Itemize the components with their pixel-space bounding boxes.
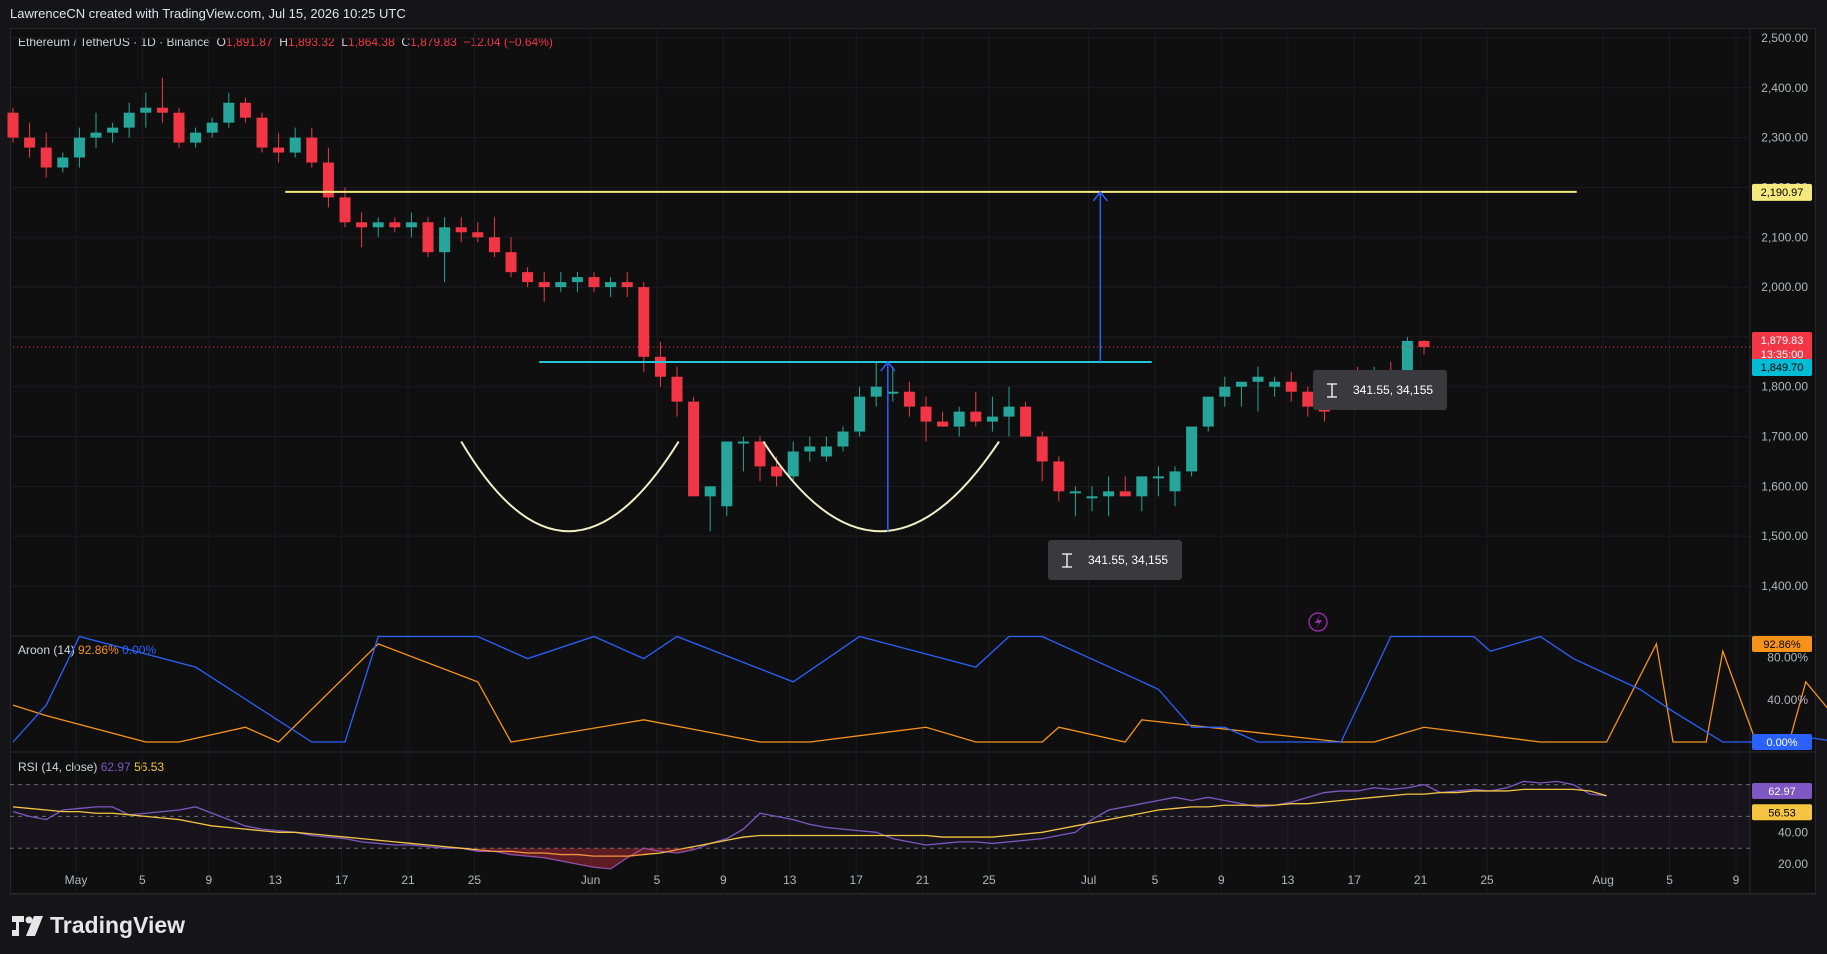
aroon-up-value: 92.86% [78,643,119,657]
aroon-legend: Aroon (14) 92.86% 0.00% [18,643,156,657]
rsi-name: RSI (14, close) [18,760,98,774]
open-label: O [216,35,226,49]
high-value: 1,893.32 [287,35,335,49]
change-value: −12.04 (−0.64%) [463,35,553,49]
footer-bar [0,896,1827,954]
low-value: 1,864.38 [348,35,395,49]
symbol-name: Ethereum / TetherUS · 1D · Binance [18,35,210,49]
chart-frame[interactable] [10,28,1816,894]
symbol-legend: Ethereum / TetherUS · 1D · Binance O1,89… [18,35,553,49]
rsi-legend: RSI (14, close) 62.97 56.53 [18,760,164,774]
high-label: H [279,35,288,49]
aroon-name: Aroon (14) [18,643,75,657]
tradingview-logo: TradingView [12,912,185,939]
rsi-ma-value: 56.53 [134,760,165,774]
tradingview-logo-icon [12,915,43,936]
close-label: C [401,35,411,49]
brand-name: TradingView [50,912,186,938]
aroon-down-value: 0.00% [122,643,157,657]
close-value: 1,879.83 [410,35,457,49]
rsi-value: 62.97 [100,760,131,774]
open-value: 1,891.87 [225,35,273,49]
chart-credit: LawrenceCN created with TradingView.com,… [0,0,1827,28]
